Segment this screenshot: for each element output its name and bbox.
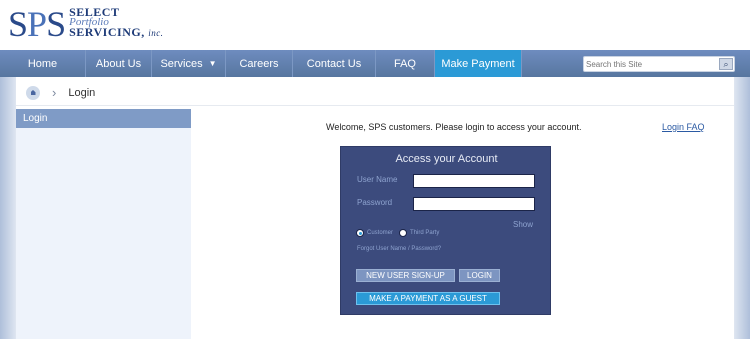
nav-home[interactable]: Home [0, 50, 86, 77]
home-icon[interactable] [26, 85, 40, 100]
login-title: Access your Account [395, 153, 498, 165]
password-field[interactable] [413, 197, 535, 211]
site-header: SPS SELECT Portfolio SERVICING, inc. [0, 0, 750, 50]
chevron-down-icon: ▼ [208, 59, 217, 68]
welcome-text: Welcome, SPS customers. Please login to … [326, 122, 582, 132]
nav-careers[interactable]: Careers [226, 50, 293, 77]
logo-wordmark: SELECT Portfolio SERVICING, inc. [69, 5, 164, 39]
password-label: Password [357, 198, 393, 207]
breadcrumb: › Login [16, 80, 734, 106]
login-faq-link[interactable]: Login FAQ [662, 122, 705, 132]
guest-payment-button[interactable]: MAKE A PAYMENT AS A GUEST [356, 292, 500, 305]
logo-mark: SPS [8, 4, 66, 44]
breadcrumb-current: Login [68, 86, 96, 99]
nav-services[interactable]: Services ▼ [152, 50, 226, 77]
nav-about-us[interactable]: About Us [86, 50, 152, 77]
radio-customer[interactable] [356, 229, 364, 237]
forgot-credentials-link[interactable]: Forgot User Name / Password? [357, 246, 441, 252]
radio-customer-label: Customer [367, 230, 394, 236]
username-field[interactable] [413, 174, 535, 188]
nav-faq[interactable]: FAQ [376, 50, 435, 77]
login-panel: Access your Account User Name Password S… [340, 146, 551, 315]
search-box: ⌕ [583, 56, 735, 72]
login-button[interactable]: LOGIN [459, 269, 500, 282]
radio-third-party[interactable] [399, 229, 407, 237]
show-password-toggle[interactable]: Show [513, 220, 533, 229]
radio-third-party-label: Third Party [410, 230, 440, 236]
nav-contact-us[interactable]: Contact Us [293, 50, 376, 77]
left-sidebar: Login [16, 109, 191, 339]
new-user-signup-button[interactable]: NEW USER SIGN-UP [356, 269, 455, 282]
main-nav: Home About Us Services ▼ Careers Contact … [0, 50, 750, 77]
sps-logo[interactable]: SPS SELECT Portfolio SERVICING, inc. [8, 6, 163, 42]
sidebar-heading: Login [16, 109, 191, 128]
search-input[interactable] [586, 57, 716, 71]
breadcrumb-separator: › [52, 85, 57, 100]
nav-make-payment[interactable]: Make Payment [435, 50, 522, 77]
search-icon[interactable]: ⌕ [719, 58, 733, 70]
username-label: User Name [357, 175, 398, 184]
